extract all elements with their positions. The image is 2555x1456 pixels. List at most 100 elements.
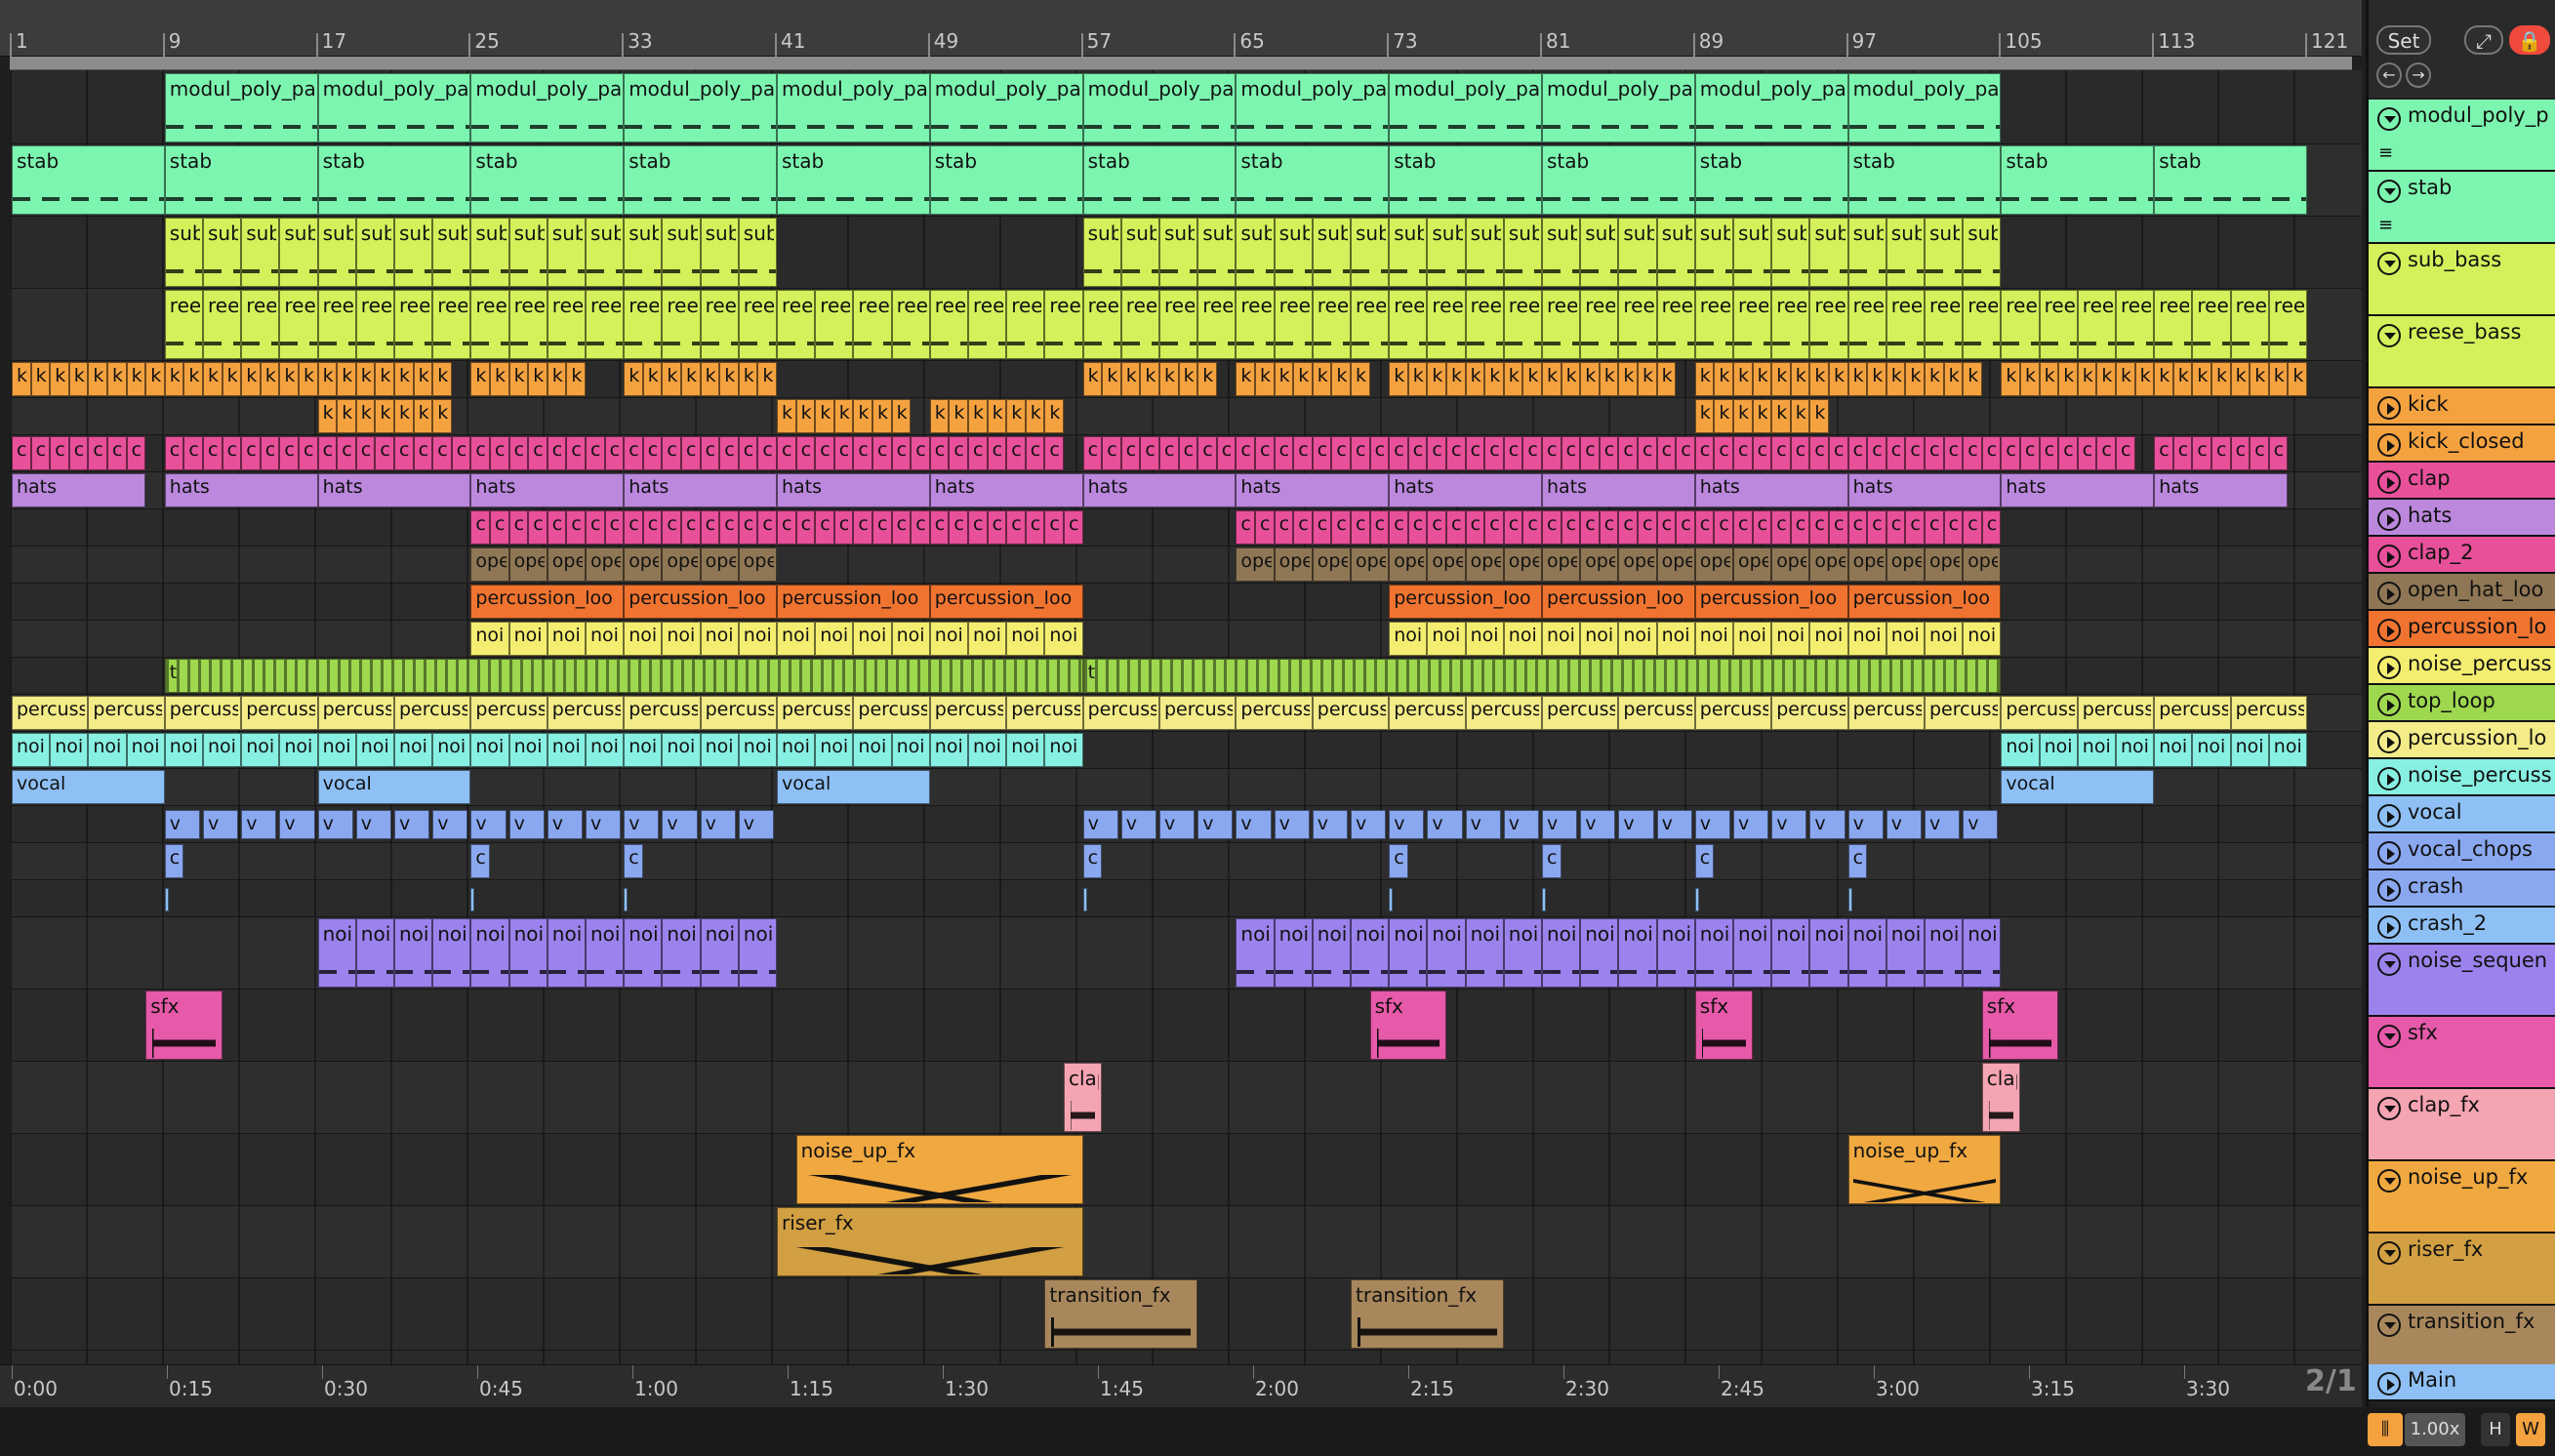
clip[interactable]: k xyxy=(2172,362,2193,396)
clip[interactable]: v xyxy=(1542,810,1578,839)
track-header[interactable]: sub_bass xyxy=(2369,244,2555,316)
clip[interactable]: noi xyxy=(1503,918,1542,988)
clip[interactable]: sub xyxy=(738,218,777,287)
clip[interactable]: ree xyxy=(1159,290,1198,359)
clip[interactable]: stab xyxy=(470,145,625,215)
clip[interactable]: sub xyxy=(1809,218,1848,287)
clip[interactable]: c xyxy=(700,510,720,545)
clip[interactable]: c xyxy=(1618,436,1638,470)
clip[interactable]: c xyxy=(279,436,299,470)
clip[interactable]: noi xyxy=(2039,733,2078,767)
clip[interactable]: v xyxy=(355,810,391,839)
clip[interactable]: k xyxy=(1274,362,1294,396)
track-header[interactable]: clap_2 xyxy=(2369,537,2555,574)
clip[interactable]: k xyxy=(815,399,834,433)
clip[interactable]: k xyxy=(2020,362,2040,396)
clip[interactable]: ree xyxy=(1274,290,1313,359)
clip[interactable]: k xyxy=(1694,399,1715,433)
clip[interactable]: ree xyxy=(1082,290,1121,359)
clip[interactable]: percussion_loo xyxy=(1389,585,1542,619)
clip[interactable]: noi xyxy=(2077,733,2116,767)
clip[interactable]: c xyxy=(1503,510,1523,545)
clip[interactable]: k xyxy=(1886,362,1906,396)
clip[interactable]: ree xyxy=(815,290,854,359)
clip[interactable]: noi xyxy=(317,733,356,767)
clip[interactable]: noi xyxy=(2116,733,2155,767)
clip[interactable]: c xyxy=(872,510,892,545)
clip[interactable]: sub xyxy=(1694,218,1733,287)
clip[interactable]: c xyxy=(624,436,643,470)
track-header[interactable]: top_loop xyxy=(2369,685,2555,722)
clip[interactable]: percuss xyxy=(164,696,242,730)
clip[interactable]: ope xyxy=(586,547,625,582)
clip[interactable]: noi xyxy=(929,733,968,767)
clip[interactable]: c xyxy=(1963,510,1982,545)
clip[interactable]: c xyxy=(1638,436,1657,470)
clip[interactable]: ree xyxy=(2039,290,2078,359)
clip[interactable]: noi xyxy=(586,622,625,656)
clip[interactable]: v xyxy=(164,810,200,839)
clip[interactable]: c xyxy=(586,510,605,545)
clip[interactable]: k xyxy=(891,399,912,433)
set-button[interactable]: Set xyxy=(2376,25,2431,55)
clip[interactable]: c xyxy=(1044,510,1064,545)
clip[interactable]: noi xyxy=(738,733,777,767)
clip[interactable]: ree xyxy=(1197,290,1237,359)
clip[interactable]: c xyxy=(815,436,834,470)
clip[interactable]: c xyxy=(911,510,930,545)
play-icon[interactable] xyxy=(2377,878,2401,902)
clip[interactable]: modul_poly_pa xyxy=(1236,73,1390,142)
clip[interactable]: k xyxy=(2154,362,2173,396)
clip[interactable]: percuss xyxy=(88,696,165,730)
clip[interactable]: c xyxy=(2268,436,2289,470)
clip[interactable]: k xyxy=(317,362,338,396)
clip[interactable]: c xyxy=(1159,436,1179,470)
track-header[interactable]: riser_fx xyxy=(2369,1234,2555,1306)
clip[interactable]: c xyxy=(757,510,777,545)
clip[interactable]: c xyxy=(1407,510,1428,545)
clip[interactable]: sub xyxy=(1274,218,1313,287)
clip[interactable]: c xyxy=(337,436,356,470)
clip[interactable]: stab xyxy=(1847,145,2002,215)
clip[interactable]: k xyxy=(968,399,988,433)
track-header[interactable]: noise_up_fx xyxy=(2369,1161,2555,1234)
track-lane[interactable]: cccccccccccccccccccccccccccccccccccccccc… xyxy=(10,509,2362,546)
clip[interactable]: percuss xyxy=(2154,696,2231,730)
clip[interactable]: hats xyxy=(2154,473,2289,507)
clip[interactable]: c xyxy=(1733,436,1753,470)
clip[interactable]: c xyxy=(719,510,739,545)
track-lane[interactable]: tt xyxy=(10,658,2362,695)
clip[interactable]: sub xyxy=(203,218,242,287)
clip[interactable]: v xyxy=(738,810,774,839)
clip[interactable]: ope xyxy=(1465,547,1504,582)
clip[interactable]: k xyxy=(719,362,739,396)
clip[interactable]: sub xyxy=(317,218,356,287)
clip[interactable]: c xyxy=(1006,510,1026,545)
clip[interactable]: c xyxy=(2154,436,2173,470)
track-header[interactable]: sfx xyxy=(2369,1017,2555,1089)
clip[interactable]: c xyxy=(1236,510,1255,545)
clip[interactable]: sub xyxy=(1847,218,1886,287)
clip[interactable]: ope xyxy=(1809,547,1848,582)
clip[interactable]: noi xyxy=(2192,733,2231,767)
clip[interactable]: modul_poly_pa xyxy=(164,73,318,142)
clip[interactable]: c xyxy=(260,436,280,470)
clip[interactable]: c xyxy=(1905,510,1925,545)
clip[interactable] xyxy=(624,888,629,911)
clip[interactable]: sub xyxy=(1197,218,1237,287)
clip[interactable]: c xyxy=(604,510,625,545)
clip[interactable]: k xyxy=(1847,362,1868,396)
clip[interactable]: c xyxy=(662,436,681,470)
clip[interactable]: clap xyxy=(1064,1063,1103,1132)
clip[interactable]: noi xyxy=(1465,622,1504,656)
clip[interactable]: k xyxy=(1025,399,1045,433)
clip[interactable]: c xyxy=(719,436,739,470)
clip[interactable]: c xyxy=(968,510,988,545)
clip[interactable]: noi xyxy=(1006,733,1045,767)
clip[interactable]: c xyxy=(1407,436,1428,470)
clip[interactable]: percuss xyxy=(1771,696,1848,730)
clip[interactable]: ope xyxy=(1542,547,1581,582)
clip[interactable]: ree xyxy=(777,290,816,359)
clip[interactable]: ree xyxy=(279,290,318,359)
track-lane[interactable]: noi noi noi noi noi noi noi noi noi noi noi noi noi n… xyxy=(10,917,2362,990)
